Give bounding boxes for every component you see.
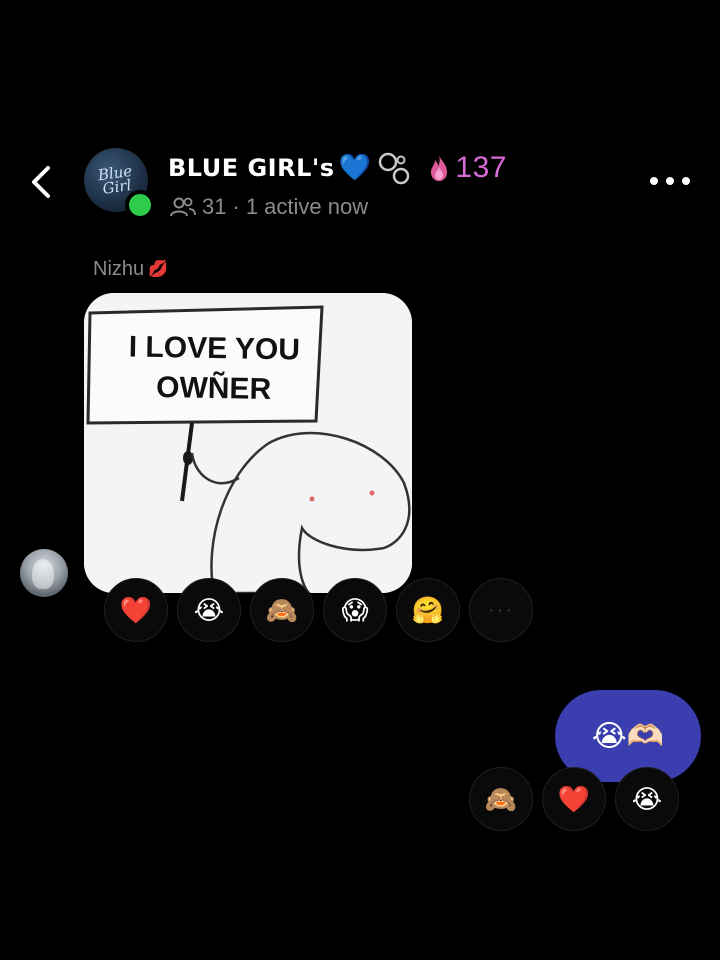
reaction-see-no-evil[interactable]: 🙈 (250, 578, 314, 642)
reaction-screaming[interactable]: 😱 (323, 578, 387, 642)
chat-screen: Blue Girl BLUE GIRL's 💙 137 31 · 1 activ… (0, 0, 720, 960)
separator: · (232, 194, 240, 219)
people-icon (170, 197, 196, 217)
flame-icon (431, 155, 448, 181)
image-message[interactable]: I LOVE YOU OWÑER (84, 293, 412, 593)
group-subtitle: 31 · 1 active now (170, 194, 368, 220)
back-button[interactable] (22, 160, 62, 204)
reaction-crying[interactable]: 😭 (177, 578, 241, 642)
streak-counter: 137 (427, 151, 507, 185)
chevron-left-icon (32, 166, 50, 198)
member-count: 31 (202, 194, 227, 219)
outgoing-message-text: 😭🫶🏻 (591, 719, 665, 753)
reaction-heart[interactable]: ❤️ (104, 578, 168, 642)
more-reactions-button[interactable]: ··· (469, 578, 533, 642)
outgoing-reactions: 🙈 ❤️ 😭 (469, 767, 679, 831)
reaction-hugging[interactable]: 🤗 (396, 578, 460, 642)
reaction-heart[interactable]: ❤️ (542, 767, 606, 831)
more-options-button[interactable] (648, 172, 692, 192)
lips-emoji: 💋 (148, 261, 169, 278)
sender-avatar[interactable] (20, 549, 68, 597)
sender-name[interactable]: Nizhu 💋 (93, 256, 168, 282)
group-name: BLUE GIRL's (168, 154, 335, 182)
sender-name-text: Nizhu (93, 257, 145, 280)
online-status-dot (125, 190, 155, 220)
sign-line-2: OWÑER (155, 370, 272, 406)
chat-bubbles-icon (379, 152, 410, 185)
reaction-crying[interactable]: 😭 (615, 767, 679, 831)
active-status: 1 active now (245, 194, 369, 219)
incoming-reactions: ❤️ 😭 🙈 😱 🤗 ··· (104, 578, 533, 642)
meme-sign-text: I LOVE YOU OWÑER (93, 327, 334, 411)
sign-line-1: I LOVE YOU (128, 330, 301, 367)
ellipsis-icon (650, 177, 658, 185)
reaction-see-no-evil[interactable]: 🙈 (469, 767, 533, 831)
streak-count: 137 (455, 151, 507, 184)
blue-heart-emoji: 💙 (338, 153, 372, 183)
group-title[interactable]: BLUE GIRL's 💙 137 (168, 150, 507, 186)
